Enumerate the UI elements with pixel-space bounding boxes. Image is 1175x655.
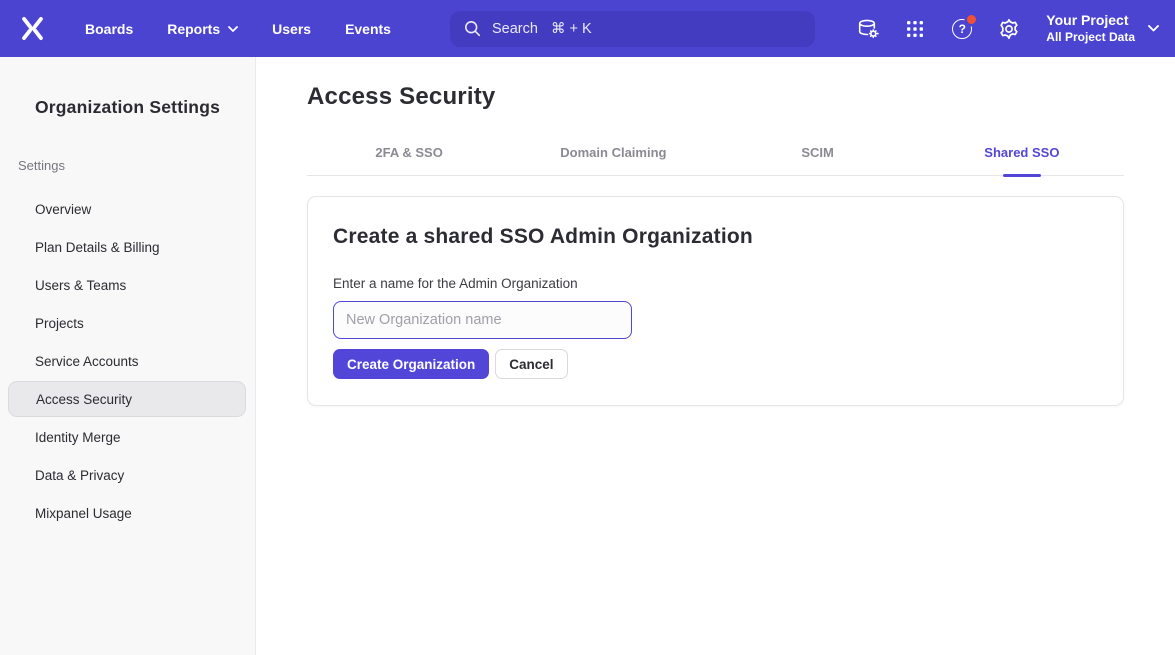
card-title: Create a shared SSO Admin Organization [333, 225, 1098, 249]
project-name: Your Project [1046, 12, 1135, 30]
page-title: Access Security [307, 83, 1124, 111]
top-nav: Boards Reports Users Events Search ⌘ + K [0, 0, 1175, 57]
notification-dot [967, 15, 976, 24]
nav-item-reports[interactable]: Reports [150, 0, 255, 57]
nav-right-cluster: ? Your Project All Project Data [853, 12, 1159, 45]
sidebar-item-projects[interactable]: Projects [0, 304, 255, 342]
sidebar-item-label: Identity Merge [35, 430, 121, 445]
sidebar-item-label: Access Security [36, 392, 132, 407]
sidebar-item-overview[interactable]: Overview [0, 190, 255, 228]
tab-label: SCIM [801, 145, 834, 160]
sidebar-item-label: Users & Teams [35, 278, 126, 293]
project-chevron-icon [1148, 25, 1159, 32]
create-organization-button[interactable]: Create Organization [333, 349, 489, 379]
sidebar-item-label: Service Accounts [35, 354, 139, 369]
sidebar-item-label: Mixpanel Usage [35, 506, 132, 521]
sidebar-item-label: Plan Details & Billing [35, 240, 160, 255]
nav-item-label: Users [272, 21, 311, 37]
tab-label: 2FA & SSO [375, 145, 442, 160]
tab-2fa-sso[interactable]: 2FA & SSO [307, 145, 511, 175]
nav-item-boards[interactable]: Boards [68, 0, 150, 57]
sidebar-item-plan-details-billing[interactable]: Plan Details & Billing [0, 228, 255, 266]
nav-item-label: Events [345, 21, 391, 37]
sidebar-item-label: Projects [35, 316, 84, 331]
main-content: Access Security 2FA & SSO Domain Claimin… [256, 57, 1175, 655]
mixpanel-logo[interactable] [18, 15, 46, 43]
sidebar: Organization Settings Settings Overview … [0, 57, 256, 655]
project-text: Your Project All Project Data [1046, 12, 1135, 45]
help-icon[interactable]: ? [947, 14, 977, 44]
tab-label: Domain Claiming [560, 145, 666, 160]
sidebar-item-service-accounts[interactable]: Service Accounts [0, 342, 255, 380]
project-scope: All Project Data [1046, 30, 1135, 45]
tab-shared-sso[interactable]: Shared SSO [920, 145, 1124, 175]
nav-item-label: Reports [167, 21, 220, 37]
sidebar-item-mixpanel-usage[interactable]: Mixpanel Usage [0, 494, 255, 532]
primary-nav: Boards Reports Users Events [68, 0, 408, 57]
search-icon [464, 20, 481, 37]
sidebar-items: Overview Plan Details & Billing Users & … [0, 190, 255, 532]
org-name-field-label: Enter a name for the Admin Organization [333, 276, 1098, 291]
sidebar-section-label: Settings [18, 158, 255, 173]
nav-item-users[interactable]: Users [255, 0, 328, 57]
nav-item-events[interactable]: Events [328, 0, 408, 57]
cancel-button[interactable]: Cancel [495, 349, 567, 379]
nav-item-label: Boards [85, 21, 133, 37]
org-name-input[interactable] [333, 301, 632, 339]
settings-gear-icon[interactable] [994, 14, 1024, 44]
sidebar-item-users-teams[interactable]: Users & Teams [0, 266, 255, 304]
sidebar-item-label: Data & Privacy [35, 468, 124, 483]
button-row: Create Organization Cancel [333, 349, 1098, 379]
chevron-down-icon [228, 26, 238, 32]
tab-domain-claiming[interactable]: Domain Claiming [511, 145, 715, 175]
tab-scim[interactable]: SCIM [716, 145, 920, 175]
tab-label: Shared SSO [984, 145, 1059, 160]
create-sso-org-card: Create a shared SSO Admin Organization E… [307, 196, 1124, 406]
sidebar-item-label: Overview [35, 202, 91, 217]
apps-grid-icon[interactable] [900, 14, 930, 44]
data-management-icon[interactable] [853, 14, 883, 44]
sidebar-title: Organization Settings [0, 97, 255, 118]
tab-bar: 2FA & SSO Domain Claiming SCIM Shared SS… [307, 145, 1124, 176]
project-selector[interactable]: Your Project All Project Data [1046, 12, 1159, 45]
sidebar-item-access-security[interactable]: Access Security [8, 381, 246, 417]
search-placeholder: Search [492, 21, 538, 37]
search-input[interactable]: Search ⌘ + K [450, 11, 815, 47]
sidebar-item-data-privacy[interactable]: Data & Privacy [0, 456, 255, 494]
search-shortcut: ⌘ + K [551, 21, 592, 37]
sidebar-item-identity-merge[interactable]: Identity Merge [0, 418, 255, 456]
